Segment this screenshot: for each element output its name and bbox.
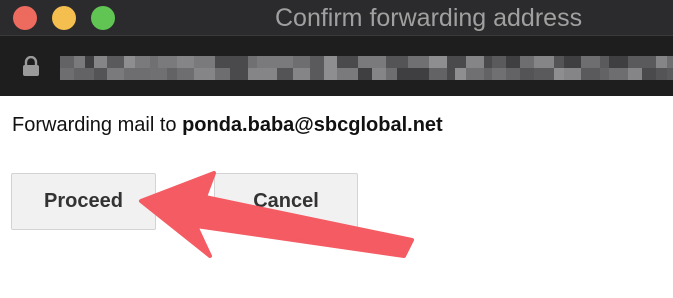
url-blur-block bbox=[447, 56, 455, 80]
url-blur-block bbox=[135, 56, 150, 80]
url-blur-block bbox=[194, 56, 215, 80]
url-blur-block bbox=[534, 56, 554, 80]
url-blur-block bbox=[248, 56, 257, 80]
url-blur-block bbox=[506, 56, 520, 80]
window-title: Confirm forwarding address bbox=[275, 4, 583, 32]
url-blur-block bbox=[667, 56, 673, 80]
url-blur-block bbox=[564, 56, 581, 80]
url-blur-block bbox=[124, 56, 135, 80]
url-blur-block bbox=[107, 56, 124, 80]
cancel-button[interactable]: Cancel bbox=[214, 173, 358, 230]
url-blur-block bbox=[581, 56, 600, 80]
browser-window: Confirm forwarding address Forwarding ma… bbox=[0, 0, 673, 298]
url-blur-block bbox=[397, 56, 408, 80]
url-blur-block bbox=[455, 56, 466, 80]
url-blur-block bbox=[74, 56, 85, 80]
url-field-blurred[interactable] bbox=[60, 56, 673, 80]
url-blur-block bbox=[257, 56, 277, 80]
url-blur-block bbox=[230, 56, 248, 80]
url-blur-block bbox=[85, 56, 94, 80]
url-blur-block bbox=[358, 56, 372, 80]
url-blur-block bbox=[466, 56, 484, 80]
close-window-button[interactable] bbox=[13, 6, 37, 30]
url-blur-block bbox=[386, 56, 397, 80]
url-blur-block bbox=[372, 56, 386, 80]
url-blur-block bbox=[215, 56, 230, 80]
url-blur-block bbox=[324, 56, 337, 80]
url-blur-block bbox=[429, 56, 447, 80]
forwarding-email: ponda.baba@sbcglobal.net bbox=[182, 114, 443, 136]
dialog-content: Forwarding mail to ponda.baba@sbcglobal.… bbox=[0, 96, 673, 298]
url-blur-block bbox=[167, 56, 177, 80]
url-blur-block bbox=[177, 56, 194, 80]
lock-icon bbox=[23, 56, 39, 76]
url-blur-block bbox=[628, 56, 642, 80]
title-bar: Confirm forwarding address bbox=[0, 0, 673, 35]
proceed-button[interactable]: Proceed bbox=[11, 173, 156, 230]
url-blur-block bbox=[158, 56, 167, 80]
address-bar[interactable] bbox=[0, 35, 673, 96]
url-blur-block bbox=[520, 56, 534, 80]
url-blur-block bbox=[642, 56, 656, 80]
url-blur-block bbox=[337, 56, 358, 80]
minimize-window-button[interactable] bbox=[52, 6, 76, 30]
message-prefix: Forwarding mail to bbox=[12, 114, 183, 136]
url-blur-block bbox=[484, 56, 492, 80]
url-blur-block bbox=[94, 56, 107, 80]
url-blur-block bbox=[277, 56, 293, 80]
url-blur-block bbox=[150, 56, 158, 80]
zoom-window-button[interactable] bbox=[91, 6, 115, 30]
url-blur-block bbox=[609, 56, 628, 80]
url-blur-block bbox=[554, 56, 564, 80]
url-blur-block bbox=[656, 56, 667, 80]
forwarding-message: Forwarding mail to ponda.baba@sbcglobal.… bbox=[12, 114, 443, 137]
url-blur-block bbox=[310, 56, 324, 80]
url-blur-block bbox=[600, 56, 609, 80]
url-blur-block bbox=[293, 56, 310, 80]
url-blur-block bbox=[492, 56, 506, 80]
url-blur-block bbox=[408, 56, 429, 80]
url-blur-block bbox=[60, 56, 74, 80]
